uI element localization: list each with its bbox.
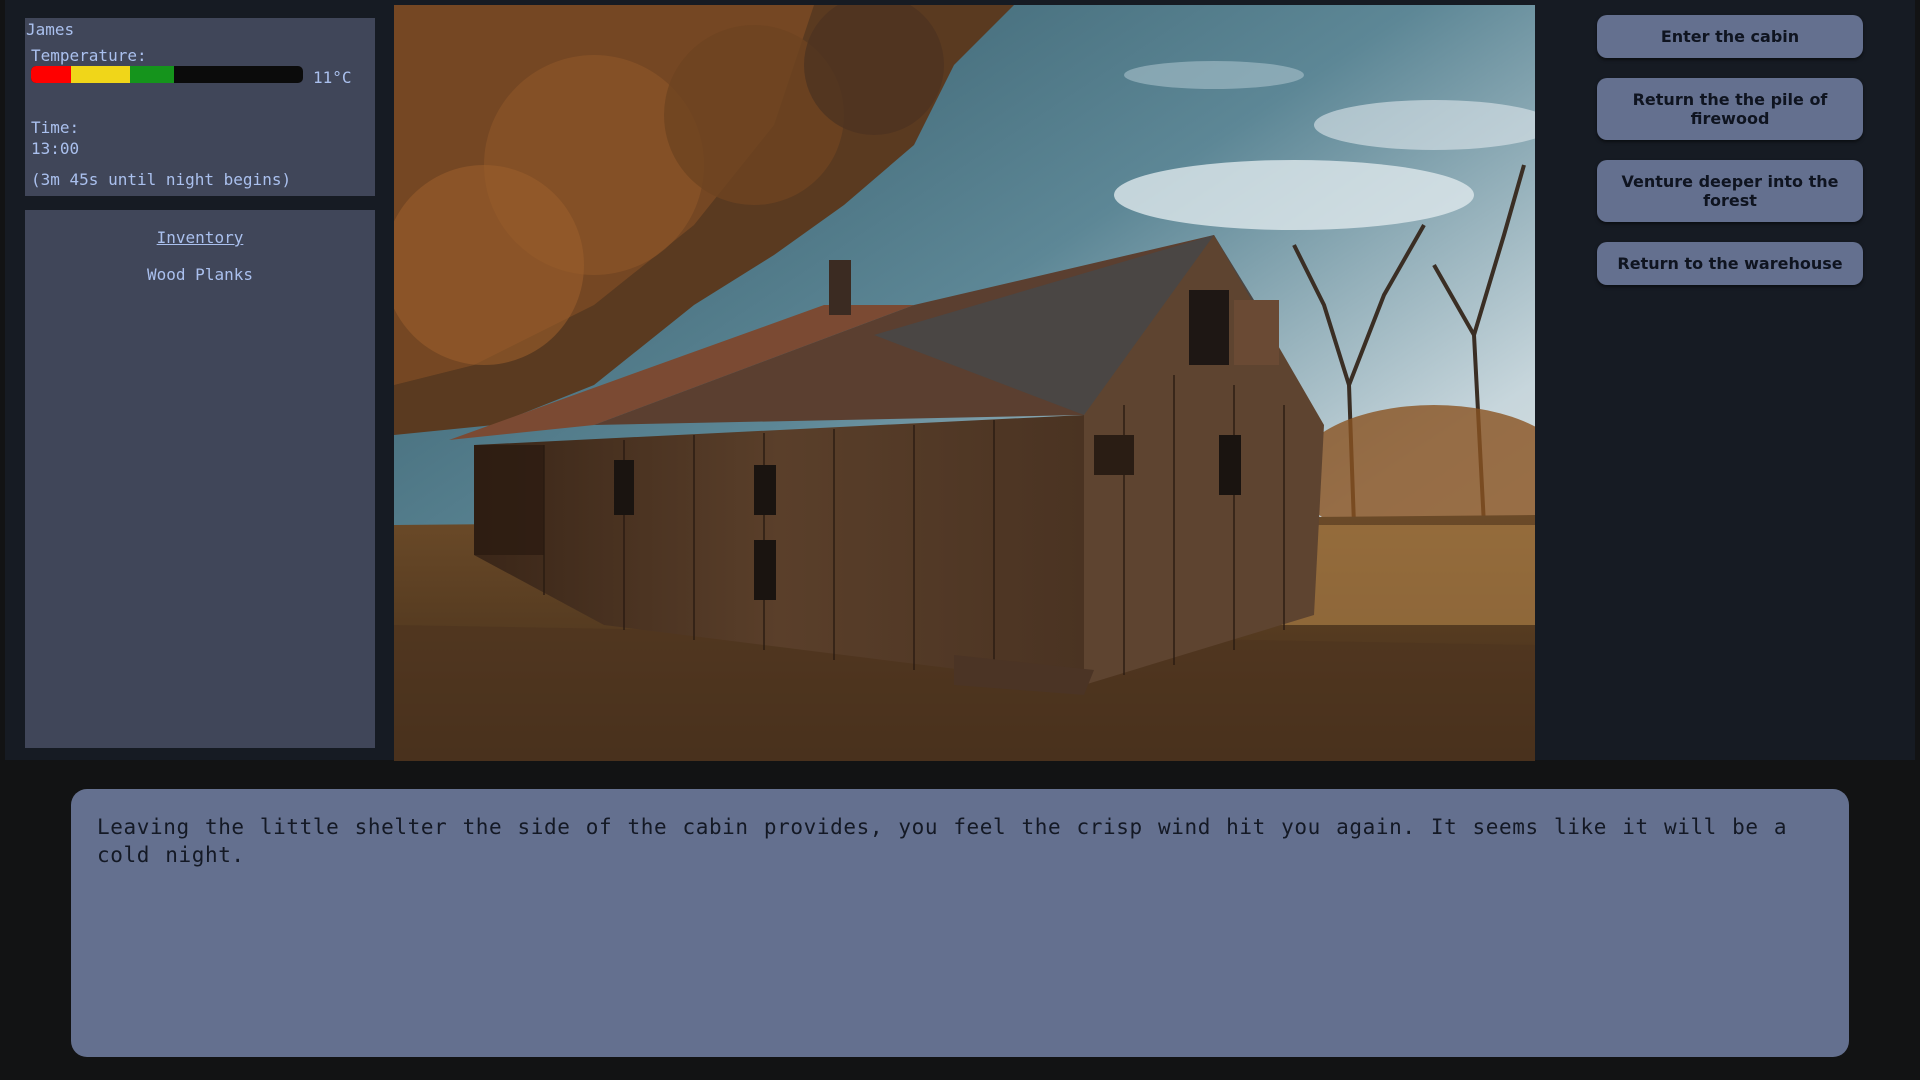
inventory-title: Inventory <box>156 228 244 247</box>
temperature-gauge-red-segment <box>31 66 71 83</box>
time-value: 13:00 <box>31 139 80 158</box>
temperature-gauge-yellow-segment <box>71 66 130 83</box>
time-label: Time: <box>31 118 80 137</box>
temperature-label: Temperature: <box>31 46 147 65</box>
night-countdown: (3m 45s until night begins) <box>31 170 292 189</box>
temperature-value: 11°C <box>313 68 352 87</box>
return-to-warehouse-button[interactable]: Return to the warehouse <box>1597 242 1863 285</box>
temperature-gauge <box>31 66 303 83</box>
return-to-firewood-button[interactable]: Return the the pile of firewood <box>1597 78 1863 140</box>
abandoned-cabin-scene-icon <box>394 5 1535 761</box>
inventory-item[interactable]: Wood Planks <box>25 265 375 284</box>
status-panel: James Temperature: 11°C Time: 13:00 (3m … <box>25 18 375 196</box>
narrative-text-box: Leaving the little shelter the side of t… <box>71 789 1849 1057</box>
scene-image <box>394 5 1535 761</box>
venture-deeper-button[interactable]: Venture deeper into the forest <box>1597 160 1863 222</box>
enter-cabin-button[interactable]: Enter the cabin <box>1597 15 1863 58</box>
temperature-gauge-green-segment <box>130 66 174 83</box>
top-panel: James Temperature: 11°C Time: 13:00 (3m … <box>5 0 1915 761</box>
inventory-panel: Inventory Wood Planks <box>25 210 375 748</box>
game-screen: James Temperature: 11°C Time: 13:00 (3m … <box>0 0 1920 1080</box>
player-name: James <box>26 20 75 39</box>
